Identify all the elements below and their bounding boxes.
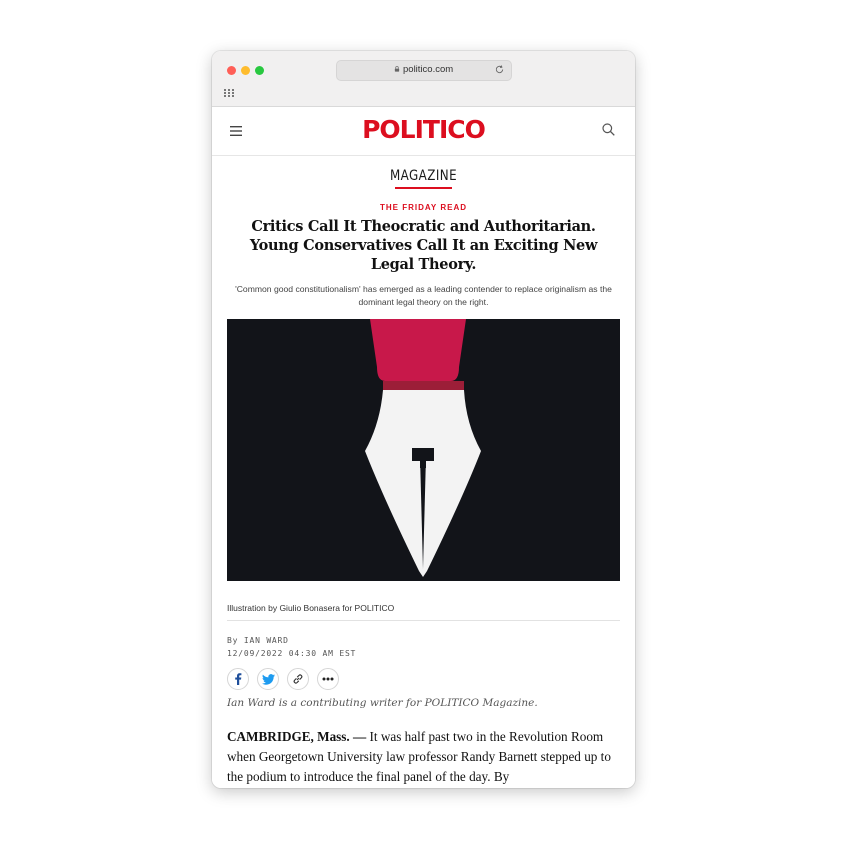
minimize-dot[interactable] bbox=[241, 66, 250, 75]
kicker: THE FRIDAY READ bbox=[379, 203, 467, 212]
url-text: politico.com bbox=[403, 64, 454, 75]
browser-window: politico.com POLITICO MAGAZINE THE FRIDA… bbox=[212, 51, 635, 788]
timestamp: 12/09/2022 04:30 AM EST bbox=[227, 649, 357, 658]
dateline: CAMBRIDGE, Mass. — bbox=[227, 729, 367, 744]
more-icon bbox=[322, 677, 334, 681]
hero-illustration bbox=[227, 319, 620, 581]
address-bar[interactable]: politico.com bbox=[336, 60, 512, 81]
site-header: POLITICO bbox=[212, 107, 635, 156]
search-icon[interactable] bbox=[602, 123, 615, 136]
section-label[interactable]: MAGAZINE bbox=[244, 168, 604, 184]
image-caption: Illustration by Giulio Bonasera for POLI… bbox=[227, 603, 395, 613]
browser-toolbar: politico.com bbox=[212, 51, 635, 107]
page-content: POLITICO MAGAZINE THE FRIDAY READ Critic… bbox=[212, 107, 635, 788]
close-dot[interactable] bbox=[227, 66, 236, 75]
reload-icon[interactable] bbox=[494, 64, 505, 75]
headline: Critics Call It Theocratic and Authorita… bbox=[249, 218, 598, 273]
twitter-share-button[interactable] bbox=[257, 668, 279, 690]
facebook-share-button[interactable] bbox=[227, 668, 249, 690]
copy-link-button[interactable] bbox=[287, 668, 309, 690]
lock-icon bbox=[394, 66, 400, 72]
twitter-icon bbox=[261, 673, 275, 685]
link-icon bbox=[293, 674, 303, 684]
dek: 'Common good constitutionalism' has emer… bbox=[235, 284, 612, 307]
more-share-button[interactable] bbox=[317, 668, 339, 690]
article-body: CAMBRIDGE, Mass. — It was half past two … bbox=[227, 727, 620, 787]
byline[interactable]: By IAN WARD bbox=[227, 636, 289, 645]
tab-grid-icon[interactable] bbox=[224, 89, 234, 97]
contributor-note: Ian Ward is a contributing writer for PO… bbox=[227, 697, 538, 709]
divider bbox=[227, 620, 620, 621]
facebook-icon bbox=[235, 673, 242, 685]
section-underline bbox=[395, 187, 452, 189]
zoom-dot[interactable] bbox=[255, 66, 264, 75]
site-logo[interactable]: POLITICO bbox=[212, 115, 635, 144]
